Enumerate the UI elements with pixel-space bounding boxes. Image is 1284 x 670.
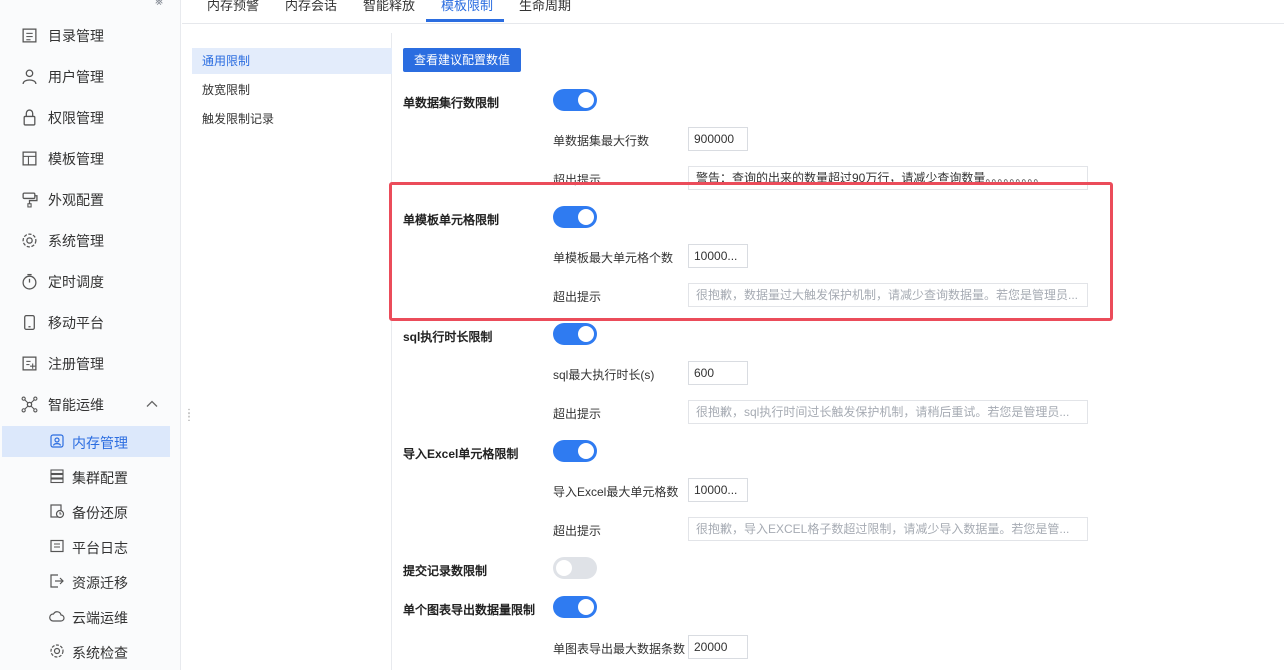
sidebar-item-register[interactable]: 注册管理 [0,345,181,381]
timer-icon [22,273,37,290]
excel-import-limit-label: 导入Excel单元格限制 [403,447,519,461]
limit-subnav: 通用限制 放宽限制 触发限制记录 [192,33,392,670]
cluster-icon [50,469,64,484]
sidebar-item-permissions[interactable]: 权限管理 [0,99,181,135]
dataset-rows-limit-label: 单数据集行数限制 [403,96,500,110]
toggle-knob [578,92,594,108]
sidebar-item-label: 注册管理 [48,356,104,372]
sql-max-duration-label: sql最大执行时长(s) [553,368,655,382]
sidebar-item-catalog[interactable]: 目录管理 [0,17,181,53]
sidebar-item-label: 定时调度 [48,274,104,290]
sidebar: ⨳ 目录管理 用户管理 权限管理 模板管理 外观配置 系统管理 定时调度 移动平… [0,0,181,670]
sidebar-subitem-migrate[interactable]: 资源迁移 [2,566,170,597]
tab-memory-session[interactable]: 内存会话 [285,0,337,15]
sidebar-item-label: 用户管理 [48,69,104,85]
chart-max-export-label: 单图表导出最大数据条数 [553,642,686,656]
sidebar-subitem-label: 备份还原 [72,505,128,521]
collapse-sidebar-icon[interactable]: ⨳ [155,0,163,9]
tab-smart-release[interactable]: 智能释放 [363,0,415,15]
view-recommended-config-button[interactable]: 查看建议配置数值 [403,48,521,72]
sidebar-item-label: 权限管理 [48,110,104,126]
chart-max-export-input[interactable]: 20000 [688,635,748,659]
sidebar-subitem-label: 系统检查 [72,645,128,661]
chart-export-limit-toggle[interactable] [553,596,597,618]
sql-exceed-tip-label: 超出提示 [553,407,602,421]
toggle-knob [578,326,594,342]
toggle-knob [578,443,594,459]
active-tab-indicator [426,19,504,22]
excel-exceed-tip-label: 超出提示 [553,524,602,538]
sql-duration-limit-toggle[interactable] [553,323,597,345]
sidebar-subitem-check[interactable]: 系统检查 [2,636,170,667]
register-icon [22,356,37,371]
sidebar-item-label: 模板管理 [48,151,104,167]
subnav-trigger-records[interactable]: 触发限制记录 [192,106,392,132]
highlight-annotation-box [389,182,1113,321]
sidebar-subitem-memory[interactable]: 内存管理 [2,426,170,457]
sidebar-item-system[interactable]: 系统管理 [0,222,181,258]
app-root: ⨳ 目录管理 用户管理 权限管理 模板管理 外观配置 系统管理 定时调度 移动平… [0,0,1284,670]
sidebar-item-users[interactable]: 用户管理 [0,58,181,94]
excel-import-limit-toggle[interactable] [553,440,597,462]
migrate-icon [50,574,64,588]
sidebar-subitem-cloud[interactable]: 云端运维 [2,601,170,632]
tab-lifecycle[interactable]: 生命周期 [519,0,571,15]
sidebar-item-smart-ops[interactable]: 智能运维 [0,386,181,422]
backup-icon [50,504,65,519]
sidebar-subitem-label: 资源迁移 [72,575,128,591]
tab-memory-alert[interactable]: 内存预警 [207,0,259,15]
sidebar-item-schedule[interactable]: 定时调度 [0,263,181,299]
sidebar-subitem-label: 平台日志 [72,540,128,556]
dataset-max-rows-label: 单数据集最大行数 [553,134,650,148]
tab-template-limit[interactable]: 模板限制 [441,0,493,15]
sidebar-subitem-label: 集群配置 [72,470,128,486]
dataset-rows-limit-toggle[interactable] [553,89,597,111]
sidebar-subitem-label: 云端运维 [72,610,128,626]
memory-icon [50,434,64,448]
sidebar-subitem-label: 内存管理 [72,435,128,451]
subnav-relax-limit[interactable]: 放宽限制 [192,77,392,103]
sidebar-item-label: 外观配置 [48,192,104,208]
mobile-icon [24,314,35,331]
excel-max-cells-label: 导入Excel最大单元格数 [553,485,679,499]
template-icon [22,151,37,166]
sidebar-item-label: 智能运维 [48,397,104,413]
submit-records-limit-label: 提交记录数限制 [403,564,488,578]
sidebar-item-label: 移动平台 [48,315,104,331]
excel-exceed-tip-input[interactable]: 很抱歉，导入EXCEL格子数超过限制，请减少导入数据量。若您是管... [688,517,1088,541]
lock-icon [23,109,36,126]
gear-icon [22,233,37,248]
sql-exceed-tip-input[interactable]: 很抱歉，sql执行时间过长触发保护机制，请稍后重试。若您是管理员... [688,400,1088,424]
sidebar-item-mobile[interactable]: 移动平台 [0,304,181,340]
sidebar-item-appearance[interactable]: 外观配置 [0,181,181,217]
sidebar-item-label: 目录管理 [48,28,104,44]
sql-duration-limit-label: sql执行时长限制 [403,330,493,344]
sidebar-subitem-cluster[interactable]: 集群配置 [2,461,170,492]
sql-max-duration-input[interactable]: 600 [688,361,748,385]
network-icon [21,396,38,413]
sidebar-subitem-backup[interactable]: 备份还原 [2,496,170,527]
sidebar-item-templates[interactable]: 模板管理 [0,140,181,176]
dataset-max-rows-input[interactable]: 900000 [688,127,748,151]
cloud-icon [49,611,65,622]
toggle-knob [556,560,572,576]
log-icon [50,539,64,553]
sidebar-subitem-logs[interactable]: 平台日志 [2,531,170,562]
subnav-general-limit[interactable]: 通用限制 [192,48,392,74]
sidebar-item-label: 系统管理 [48,233,104,249]
chart-export-limit-label: 单个图表导出数据量限制 [403,603,536,617]
toggle-knob [578,599,594,615]
top-tab-bar: 内存预警 内存会话 智能释放 模板限制 生命周期 [182,0,1284,24]
check-icon [50,644,64,658]
catalog-icon [22,28,37,43]
user-icon [22,69,37,85]
chevron-up-icon[interactable] [144,396,160,412]
paint-roller-icon [22,192,38,208]
excel-max-cells-input[interactable]: 10000... [688,478,748,502]
submit-records-limit-toggle[interactable] [553,557,597,579]
